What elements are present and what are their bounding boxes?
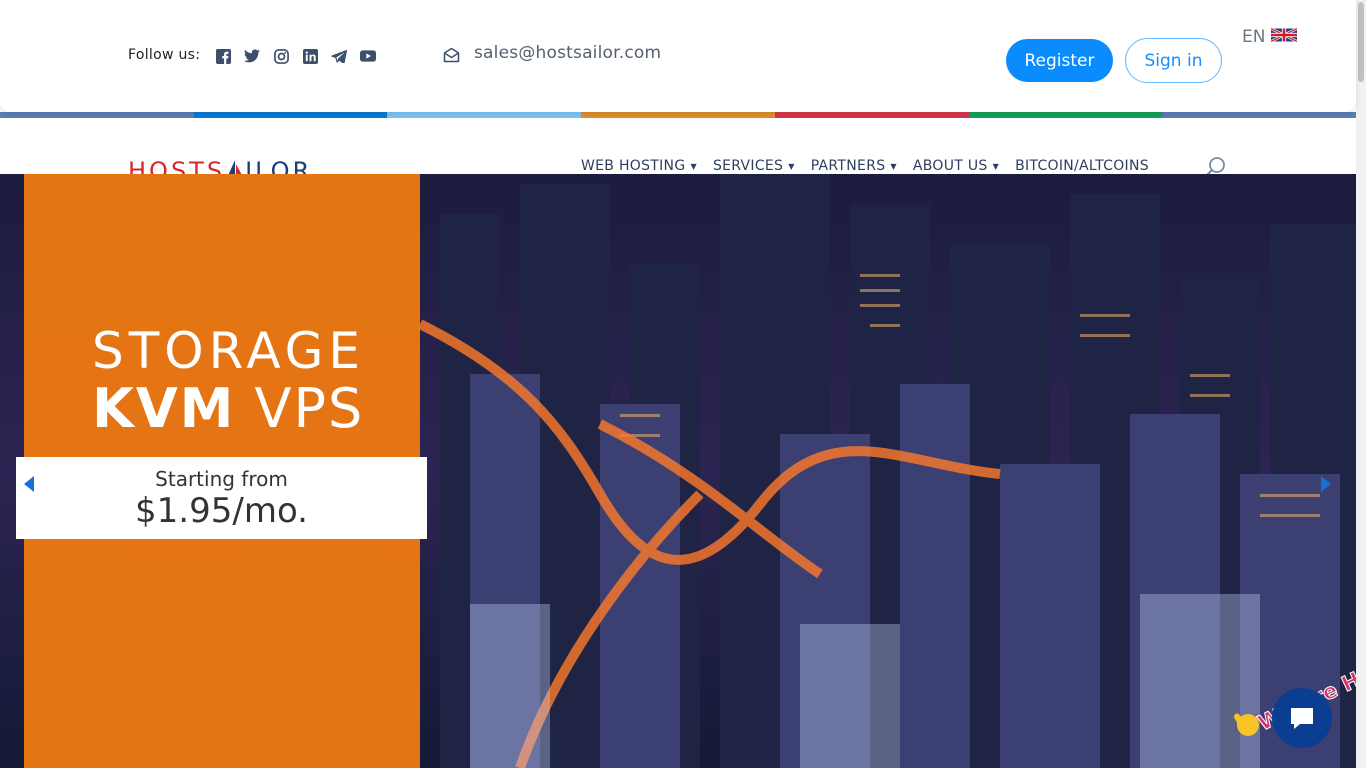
nav-item-partners[interactable]: PARTNERS ▼ bbox=[811, 158, 897, 174]
stripe-segment bbox=[387, 112, 582, 118]
linkedin-icon[interactable] bbox=[301, 47, 319, 65]
stripe-segment bbox=[0, 112, 194, 118]
starting-from-label: Starting from bbox=[155, 467, 288, 491]
scrollbar-thumb[interactable] bbox=[1358, 2, 1364, 82]
caret-down-icon: ▼ bbox=[690, 161, 697, 171]
slider-next-icon[interactable] bbox=[1321, 476, 1331, 492]
slider-prev-icon[interactable] bbox=[24, 476, 34, 492]
register-button[interactable]: Register bbox=[1006, 39, 1113, 82]
nav-label: SERVICES bbox=[712, 158, 784, 174]
nav-item-services[interactable]: SERVICES ▼ bbox=[713, 158, 795, 174]
youtube-icon[interactable] bbox=[359, 47, 377, 65]
nav-label: ABOUT US bbox=[912, 158, 988, 174]
follow-us-label: Follow us: bbox=[128, 47, 201, 63]
nav-item-bitcoin-altcoins[interactable]: BITCOIN/ALTCOINS bbox=[1015, 158, 1149, 174]
top-bar: Follow us: sales@hostsailor.com Register… bbox=[0, 0, 1356, 112]
nav-label: WEB HOSTING bbox=[581, 158, 686, 174]
nav-item-about-us[interactable]: ABOUT US ▼ bbox=[913, 158, 999, 174]
uk-flag-icon bbox=[1270, 27, 1299, 47]
color-stripe bbox=[0, 112, 1357, 118]
facebook-icon[interactable] bbox=[214, 47, 232, 65]
instagram-icon[interactable] bbox=[272, 47, 290, 65]
stripe-segment bbox=[1162, 112, 1357, 118]
language-selector[interactable]: EN bbox=[1242, 27, 1299, 47]
sign-in-button[interactable]: Sign in bbox=[1125, 38, 1222, 83]
nav-label: PARTNERS bbox=[810, 158, 886, 174]
stripe-segment bbox=[968, 112, 1163, 118]
caret-down-icon: ▼ bbox=[788, 161, 795, 171]
stripe-segment bbox=[774, 112, 969, 118]
promo-vps: VPS bbox=[254, 377, 365, 440]
hero-slider: STORAGE KVM VPS Starting from $1.95/mo. bbox=[0, 174, 1356, 768]
price-label: $1.95/mo. bbox=[135, 491, 308, 531]
stripe-segment bbox=[581, 112, 775, 118]
promo-kvm: KVM bbox=[92, 377, 236, 440]
language-label: EN bbox=[1242, 27, 1266, 47]
main-nav: WEB HOSTING ▼ SERVICES ▼ PARTNERS ▼ ABOUT U… bbox=[581, 158, 1149, 174]
twitter-icon[interactable] bbox=[243, 47, 261, 65]
promo-heading-line1: STORAGE bbox=[92, 322, 366, 380]
social-links bbox=[214, 47, 377, 65]
stripe-segment bbox=[193, 112, 388, 118]
caret-down-icon: ▼ bbox=[992, 161, 1000, 171]
caret-down-icon: ▼ bbox=[890, 161, 897, 171]
chat-button[interactable] bbox=[1272, 688, 1332, 748]
promo-heading-line2: KVM VPS bbox=[92, 377, 364, 440]
envelope-icon bbox=[443, 47, 460, 67]
nav-item-web-hosting[interactable]: WEB HOSTING ▼ bbox=[581, 158, 697, 174]
chat-bubble-icon bbox=[1291, 708, 1313, 729]
telegram-icon[interactable] bbox=[330, 47, 348, 65]
price-box[interactable]: Starting from $1.95/mo. bbox=[16, 457, 427, 539]
email-link[interactable]: sales@hostsailor.com bbox=[474, 43, 661, 63]
nav-label: BITCOIN/ALTCOINS bbox=[1015, 158, 1149, 174]
page-scrollbar[interactable] bbox=[1356, 0, 1366, 768]
